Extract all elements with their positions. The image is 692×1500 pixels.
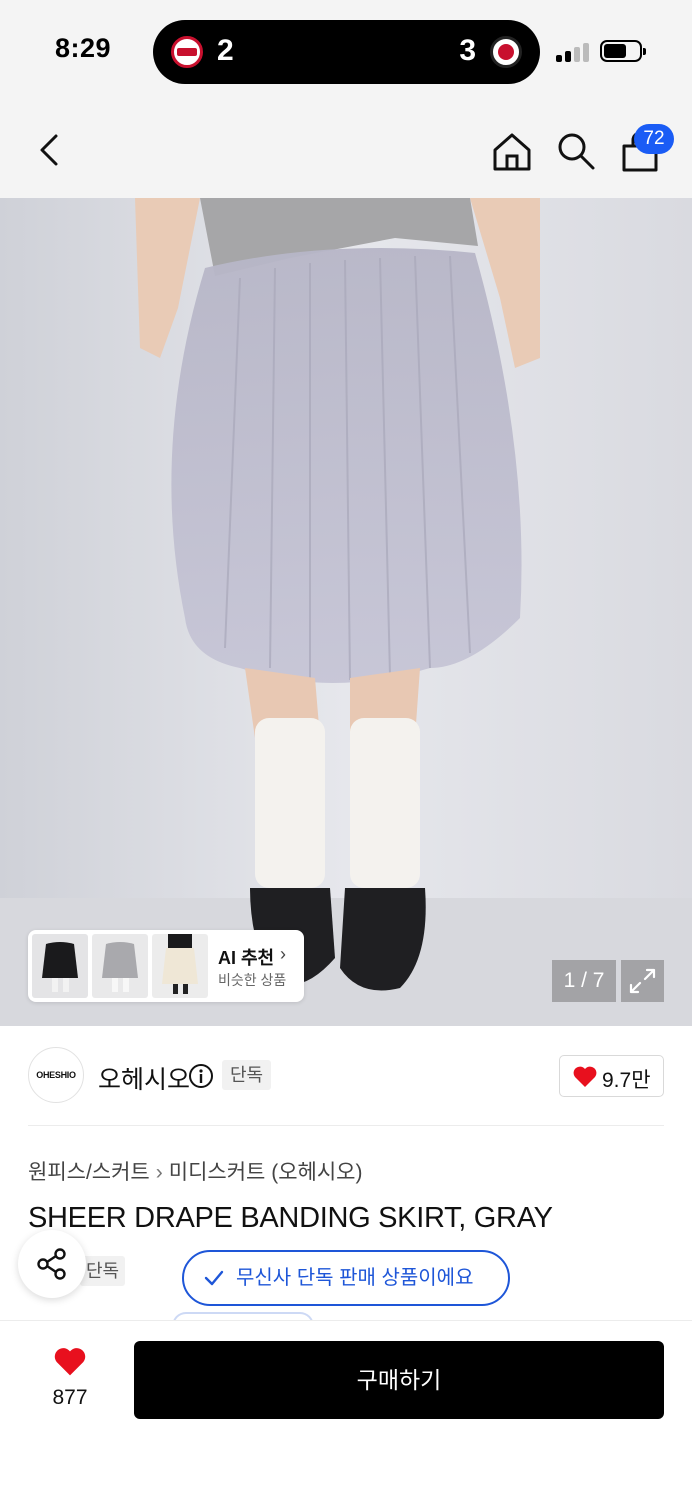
heart-icon (54, 1348, 86, 1376)
ai-recommend-card[interactable]: AI 추천 › 비슷한 상품 (28, 930, 304, 1002)
breadcrumb-category[interactable]: 원피스/스커트 (28, 1161, 150, 1184)
product-title: SHEER DRAPE BANDING SKIRT, GRAY (28, 1202, 553, 1234)
battery-icon (600, 40, 646, 62)
status-time: 8:29 (55, 33, 112, 63)
ai-recommend-subtitle: 비슷한 상품 (218, 972, 287, 988)
skirt-photo-illustration (0, 198, 692, 1026)
share-button[interactable] (18, 1230, 86, 1298)
product-image[interactable] (0, 198, 692, 1026)
brand-like-count: 9.7만 (602, 1069, 651, 1092)
buy-button[interactable]: 구매하기 (134, 1341, 664, 1419)
check-icon (204, 1270, 224, 1286)
away-team-score: 3 (459, 34, 476, 67)
away-team-logo-icon (490, 36, 522, 68)
product-exclusive-badge: 단독 (80, 1256, 126, 1286)
breadcrumb-subcategory[interactable]: 미디스커트 (오헤시오) (169, 1161, 363, 1184)
exclusive-toast: 무신사 단독 판매 상품이에요 (182, 1250, 510, 1306)
chevron-right-icon: › (280, 944, 286, 964)
search-icon[interactable] (555, 130, 597, 172)
recommend-thumbnail[interactable] (92, 934, 148, 998)
breadcrumb-separator: › (155, 1161, 163, 1184)
share-icon (37, 1248, 66, 1280)
status-bar: 8:29 2 3 (0, 0, 692, 100)
home-team-logo-icon (171, 36, 203, 68)
app-bar (0, 100, 692, 198)
home-icon[interactable] (490, 130, 534, 174)
toast-message: 무신사 단독 판매 상품이에요 (236, 1267, 474, 1289)
divider (28, 1125, 664, 1126)
brand-logo[interactable]: OHESHIO (28, 1047, 84, 1103)
image-page-counter: 1 / 7 (552, 960, 616, 1002)
expand-icon[interactable] (621, 960, 664, 1002)
recommend-thumbnail[interactable] (152, 934, 208, 998)
cart-count-badge: 72 (634, 124, 674, 154)
cellular-signal-icon (556, 42, 592, 62)
ai-recommend-title: AI 추천 (218, 948, 275, 968)
back-arrow-icon[interactable] (30, 130, 70, 170)
live-activity-island[interactable]: 2 3 (153, 20, 540, 84)
home-team-score: 2 (217, 34, 234, 67)
product-like-count: 877 (52, 1386, 88, 1409)
exclusive-badge: 단독 (222, 1060, 272, 1090)
info-icon[interactable] (188, 1063, 214, 1089)
heart-icon (573, 1066, 597, 1087)
brand-like-button[interactable]: 9.7만 (559, 1055, 664, 1097)
breadcrumb: 원피스/스커트 › 미디스커트 (오헤시오) (28, 1156, 362, 1186)
brand-name[interactable]: 오헤시오 (98, 1060, 190, 1096)
recommend-thumbnail[interactable] (32, 934, 88, 998)
